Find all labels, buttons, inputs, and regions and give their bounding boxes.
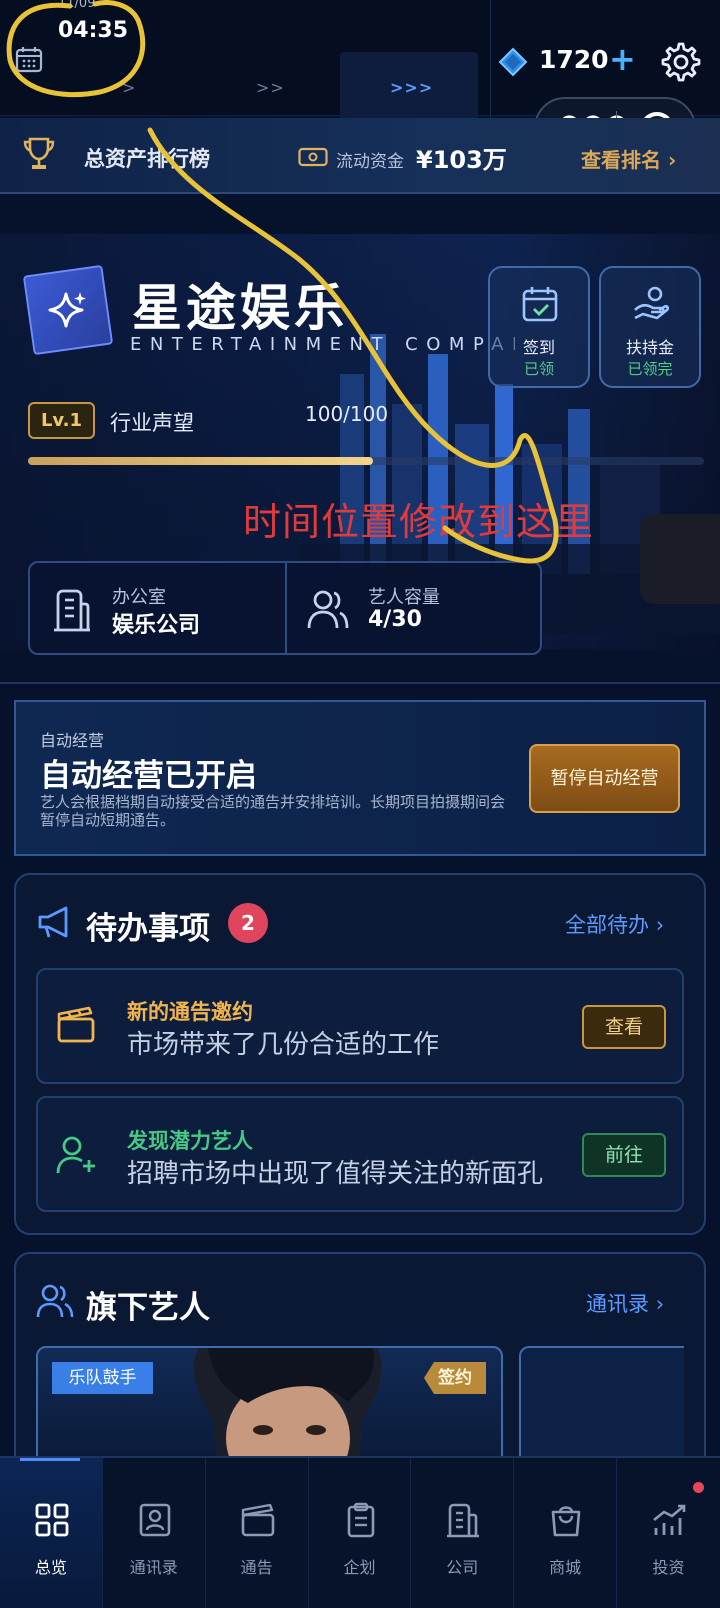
todo-item-title: 新的通告邀约 <box>127 1000 253 1024</box>
time-label: 04:35 <box>58 18 129 43</box>
contacts-link[interactable]: 通讯录 › <box>586 1288 664 1318</box>
trophy-icon <box>23 137 55 169</box>
tab-contacts[interactable]: 通讯录 <box>103 1458 206 1608</box>
user-plus-icon <box>56 1136 95 1174</box>
view-offer-button[interactable]: 查看 <box>582 1005 666 1049</box>
calendar-icon[interactable] <box>15 45 43 73</box>
cash-label: 流动资金 <box>336 152 404 172</box>
office-value: 娱乐公司 <box>112 613 201 638</box>
reputation-value: 100/100 <box>305 402 389 426</box>
reputation-label: 行业声望 <box>110 411 194 435</box>
calendar-check-icon <box>522 287 558 322</box>
speed-tab-3[interactable]: >>> <box>390 78 433 97</box>
artist-portrait <box>194 1348 382 1464</box>
auto-operation-title: 自动经营已开启 <box>40 758 257 794</box>
todo-item-desc: 招聘市场中出现了值得关注的新面孔 <box>127 1159 544 1189</box>
support-fund-status: 已领完 <box>627 360 673 378</box>
clapper-icon <box>241 1503 274 1537</box>
tab-announcements[interactable]: 通告 <box>206 1458 309 1608</box>
users-icon <box>307 590 349 629</box>
company-info-card <box>28 561 542 655</box>
support-fund-button[interactable]: 扶持金 已领完 <box>599 266 701 388</box>
users-icon <box>36 1284 74 1318</box>
tab-company[interactable]: 公司 <box>411 1458 515 1608</box>
artist-card[interactable] <box>519 1346 684 1466</box>
chevron-right-icon: › <box>655 1292 665 1316</box>
office-label: 办公室 <box>112 587 166 608</box>
todo-title: 待办事项 <box>86 911 210 947</box>
support-fund-label: 扶持金 <box>625 338 674 357</box>
annotation-text: 时间位置修改到这里 <box>243 500 595 544</box>
auto-operation-tag: 自动经营 <box>40 731 105 750</box>
level-badge: Lv.1 <box>28 402 95 439</box>
pause-auto-button[interactable]: 暂停自动经营 <box>529 744 680 813</box>
checkin-status: 已领 <box>523 360 554 378</box>
tab-invest[interactable]: 投资 <box>617 1458 720 1608</box>
tab-shop[interactable]: 商城 <box>514 1458 618 1608</box>
diamond-icon <box>498 47 528 77</box>
gem-count: 1720 <box>539 45 609 74</box>
checkin-button[interactable]: 签到 已领 <box>488 266 590 388</box>
ranking-title: 总资产排行榜 <box>84 147 210 171</box>
cash-icon <box>298 147 328 167</box>
todo-item-desc: 市场带来了几份合适的工作 <box>127 1030 440 1060</box>
bag-icon <box>551 1506 581 1537</box>
date-label: 11/09 <box>58 0 96 11</box>
capacity-label: 艺人容量 <box>368 587 440 608</box>
view-ranking-link[interactable]: 查看排名 › <box>581 144 676 173</box>
clapperboard-icon <box>57 1006 95 1043</box>
top-divider <box>490 0 491 122</box>
speed-tab-1[interactable]: > <box>122 78 136 97</box>
artist-status-tag: 签约 <box>424 1362 486 1394</box>
bottom-tab-bar: 总览 通讯录 通告 企划 公司 商城 投资 <box>0 1456 720 1608</box>
add-gems-button[interactable]: + <box>609 40 636 78</box>
tab-overview[interactable]: 总览 <box>0 1458 103 1608</box>
notification-dot <box>692 1482 704 1493</box>
reputation-bar-fill <box>28 457 373 465</box>
clipboard-icon <box>347 1502 374 1538</box>
todo-count-badge: 2 <box>228 903 268 943</box>
contacts-icon <box>139 1503 171 1537</box>
chart-icon <box>653 1504 686 1535</box>
artists-title: 旗下艺人 <box>86 1290 210 1326</box>
todo-item-title: 发现潜力艺人 <box>127 1129 253 1153</box>
company-name: 星途娱乐 <box>132 279 348 337</box>
artist-role-tag: 乐队鼓手 <box>52 1362 153 1394</box>
hand-coin-icon <box>634 286 670 320</box>
cash-value: ¥103万 <box>416 146 507 174</box>
chevron-right-icon: › <box>655 913 665 937</box>
capacity-value: 4/30 <box>368 607 422 632</box>
auto-operation-desc: 艺人会根据档期自动接受合适的通告并安排培训。长期项目拍摄期间会暂停自动短期通告。 <box>40 793 506 829</box>
company-subtitle: ENTERTAINMENT COMPANY <box>130 334 515 355</box>
grid-icon <box>35 1503 69 1537</box>
building-icon <box>447 1503 480 1538</box>
all-todo-link[interactable]: 全部待办 › <box>565 909 664 939</box>
gear-icon[interactable] <box>657 40 701 84</box>
building-icon <box>54 589 90 632</box>
speed-tab-2[interactable]: >> <box>256 78 285 97</box>
checkin-label: 签到 <box>522 338 555 357</box>
section-divider <box>0 682 720 684</box>
sparkle-icon <box>48 292 86 328</box>
go-recruit-button[interactable]: 前往 <box>582 1133 666 1177</box>
megaphone-icon <box>38 906 68 938</box>
tab-projects[interactable]: 企划 <box>309 1458 412 1608</box>
